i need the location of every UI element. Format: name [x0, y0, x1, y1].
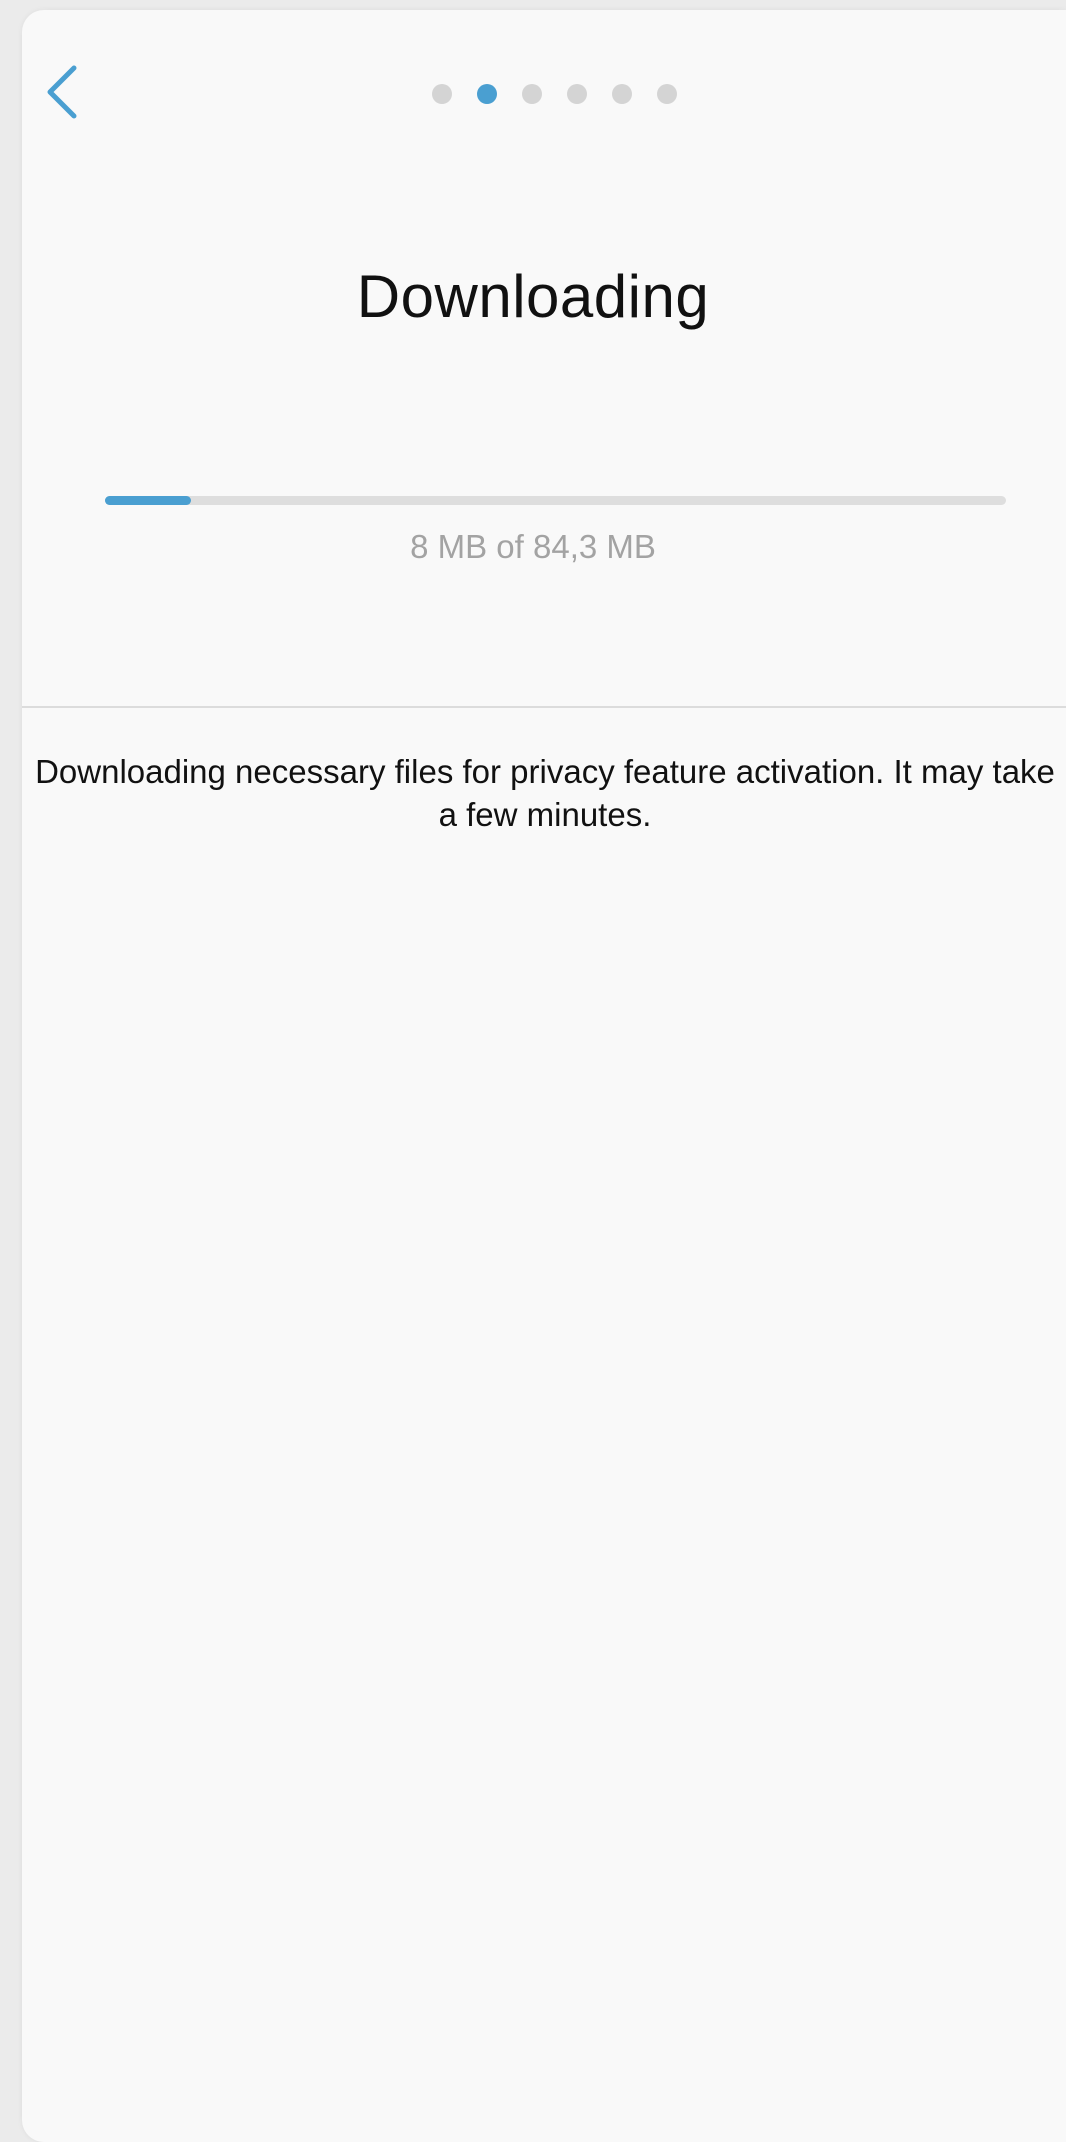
- page-indicator-dot: [477, 84, 497, 104]
- section-divider: [22, 706, 1066, 708]
- page-indicator-dot: [612, 84, 632, 104]
- page-indicator-dot: [567, 84, 587, 104]
- chevron-left-icon: [47, 65, 77, 119]
- download-description: Downloading necessary files for privacy …: [35, 753, 1055, 833]
- page-title: Downloading: [356, 263, 710, 330]
- page-indicator-dot: [432, 84, 452, 104]
- download-progress-label: 8 MB of 84,3 MB: [410, 528, 656, 565]
- page-indicator-dot: [657, 84, 677, 104]
- download-progress-fill: [105, 496, 191, 505]
- onboarding-sheet: Downloading 8 MB of 84,3 MB Downloading …: [22, 10, 1066, 2142]
- download-progress-bar: [105, 496, 1006, 505]
- back-button[interactable]: [44, 52, 104, 132]
- page-indicator-dot: [522, 84, 542, 104]
